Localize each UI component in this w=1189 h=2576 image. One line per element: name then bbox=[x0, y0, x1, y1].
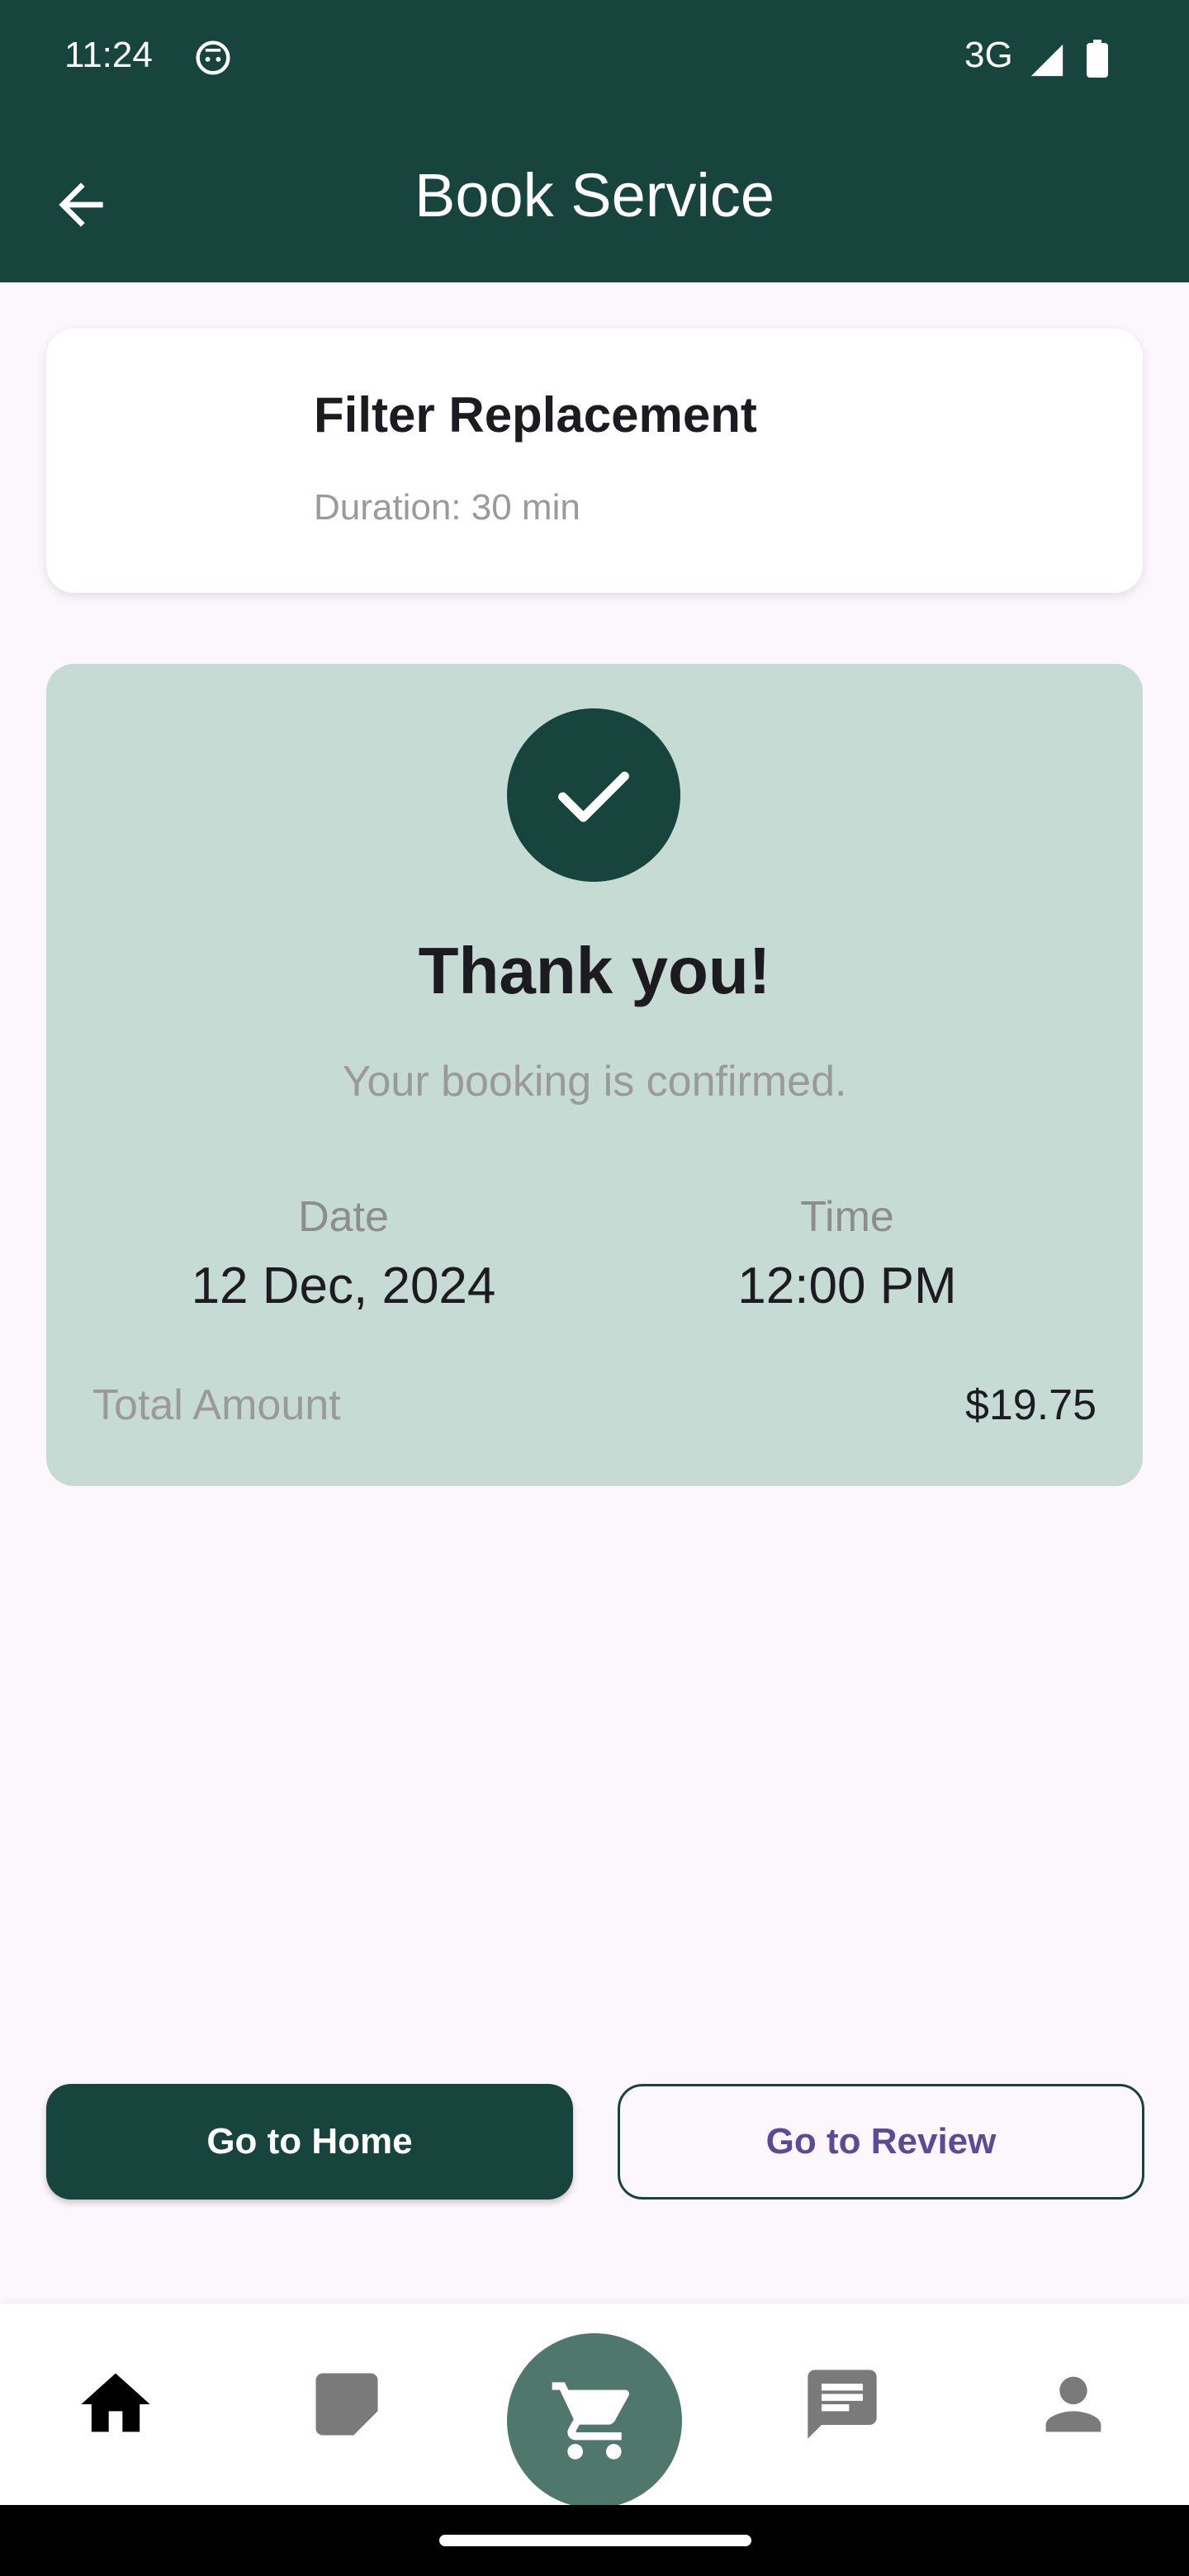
network-type: 3G bbox=[964, 35, 1013, 75]
gesture-handle[interactable] bbox=[439, 2535, 751, 2546]
check-circle bbox=[507, 708, 680, 882]
service-card: Filter Replacement Duration: 30 min bbox=[46, 329, 1143, 593]
status-bar: 11:24 3G bbox=[0, 0, 1189, 117]
checkmark-icon bbox=[558, 771, 629, 822]
time-value: 12:00 PM bbox=[737, 1257, 957, 1314]
date-block: Date 12 Dec, 2024 bbox=[137, 1192, 550, 1315]
face-icon bbox=[196, 40, 230, 75]
confirmation-card: Thank you! Your booking is confirmed. Da… bbox=[46, 664, 1143, 1486]
person-icon[interactable] bbox=[1032, 2363, 1115, 2446]
cart-icon bbox=[552, 2382, 630, 2460]
date-value: 12 Dec, 2024 bbox=[191, 1257, 496, 1314]
date-label: Date bbox=[298, 1193, 389, 1241]
chat-icon[interactable] bbox=[801, 2363, 883, 2446]
confirmation-message: Your booking is confirmed. bbox=[342, 1058, 847, 1106]
go-to-review-button[interactable]: Go to Review bbox=[618, 2084, 1144, 2200]
total-amount-value: $19.75 bbox=[964, 1381, 1097, 1429]
bottom-navigation bbox=[0, 2304, 1189, 2508]
signal-icon bbox=[1030, 44, 1063, 77]
document-icon[interactable] bbox=[306, 2363, 388, 2446]
cart-nav-button[interactable] bbox=[507, 2333, 682, 2508]
total-amount-label: Total Amount bbox=[92, 1381, 341, 1429]
go-to-home-button[interactable]: Go to Home bbox=[46, 2084, 573, 2200]
home-icon[interactable] bbox=[74, 2363, 157, 2446]
page-title: Book Service bbox=[414, 161, 775, 230]
app-bar: Book Service bbox=[0, 117, 1189, 282]
service-duration: Duration: 30 min bbox=[314, 487, 580, 528]
service-name: Filter Replacement bbox=[314, 387, 757, 443]
battery-icon bbox=[1087, 40, 1108, 78]
time-label: Time bbox=[800, 1193, 894, 1241]
time-block: Time 12:00 PM bbox=[641, 1192, 1054, 1315]
thank-you-heading: Thank you! bbox=[418, 934, 771, 1007]
status-time: 11:24 bbox=[64, 35, 153, 75]
